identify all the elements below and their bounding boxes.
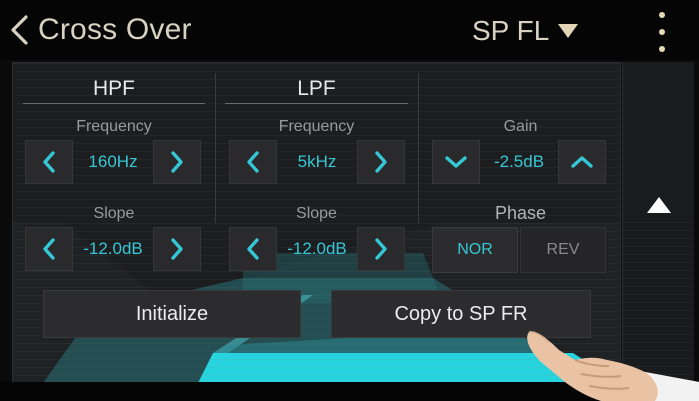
page-title: Cross Over xyxy=(38,13,192,46)
copy-to-sp-fr-button[interactable]: Copy to SP FR xyxy=(331,290,591,338)
chevron-right-icon xyxy=(375,151,387,173)
phase-rev-button[interactable]: REV xyxy=(520,227,606,273)
hpf-heading: HPF xyxy=(93,77,135,100)
hpf-frequency-decrease-button[interactable] xyxy=(25,140,73,184)
chevron-right-icon xyxy=(375,238,387,260)
gain-label: Gain xyxy=(503,118,538,135)
chevron-left-icon xyxy=(43,238,55,260)
more-vertical-icon[interactable] xyxy=(652,12,672,52)
speaker-select[interactable]: SP FL xyxy=(472,14,581,48)
hpf-slope-value: -12.0dB xyxy=(83,239,143,258)
hpf-underline xyxy=(23,103,205,104)
speaker-label: SP FL xyxy=(472,15,550,46)
lpf-frequency-decrease-button[interactable] xyxy=(229,140,277,184)
divider xyxy=(215,73,216,223)
phase-label: Phase xyxy=(494,203,547,223)
gain-decrease-button[interactable] xyxy=(432,140,480,184)
lpf-heading: LPF xyxy=(297,77,336,100)
lpf-slope-label: Slope xyxy=(296,205,337,222)
grid-lines xyxy=(623,222,694,382)
triangle-up-icon[interactable] xyxy=(639,190,679,220)
lpf-slope-increase-button[interactable] xyxy=(357,227,405,271)
chevron-left-icon xyxy=(247,238,259,260)
chevron-down-icon xyxy=(445,156,467,168)
lpf-slope-decrease-button[interactable] xyxy=(229,227,277,271)
lpf-underline xyxy=(225,103,408,104)
hpf-slope-label: Slope xyxy=(93,205,135,222)
chevron-left-icon xyxy=(247,151,259,173)
bottom-strip xyxy=(0,382,699,401)
hpf-frequency-label: Frequency xyxy=(76,118,152,135)
gain-increase-button[interactable] xyxy=(558,140,606,184)
chevron-left-icon xyxy=(43,151,55,173)
lpf-frequency-value: 5kHz xyxy=(297,152,337,171)
phase-nor-button[interactable]: NOR xyxy=(432,227,518,273)
gain-value: -2.5dB xyxy=(493,152,545,171)
lpf-slope-value: -12.0dB xyxy=(287,239,347,258)
hpf-frequency-increase-button[interactable] xyxy=(153,140,201,184)
lpf-frequency-label: Frequency xyxy=(278,118,355,135)
chevron-right-icon xyxy=(171,238,183,260)
hpf-frequency-value: 160Hz xyxy=(88,152,138,171)
lpf-frequency-increase-button[interactable] xyxy=(357,140,405,184)
hpf-slope-decrease-button[interactable] xyxy=(25,227,73,271)
back-button[interactable]: Cross Over xyxy=(8,12,192,48)
initialize-button[interactable]: Initialize xyxy=(43,290,301,338)
header-bar: Cross Over SP FL xyxy=(0,0,699,60)
triangle-down-icon xyxy=(557,23,581,39)
hpf-slope-increase-button[interactable] xyxy=(153,227,201,271)
chevron-up-icon xyxy=(571,156,593,168)
divider xyxy=(418,73,419,223)
chevron-left-icon xyxy=(8,12,34,48)
crossover-panel: HPF Frequency 160Hz Slope -12.0dB LPF Fr… xyxy=(12,62,621,384)
chevron-right-icon xyxy=(171,151,183,173)
crossover-screen: Cross Over SP FL HPF Frequency 160Hz Slo… xyxy=(0,0,699,401)
scroll-column xyxy=(622,62,694,382)
